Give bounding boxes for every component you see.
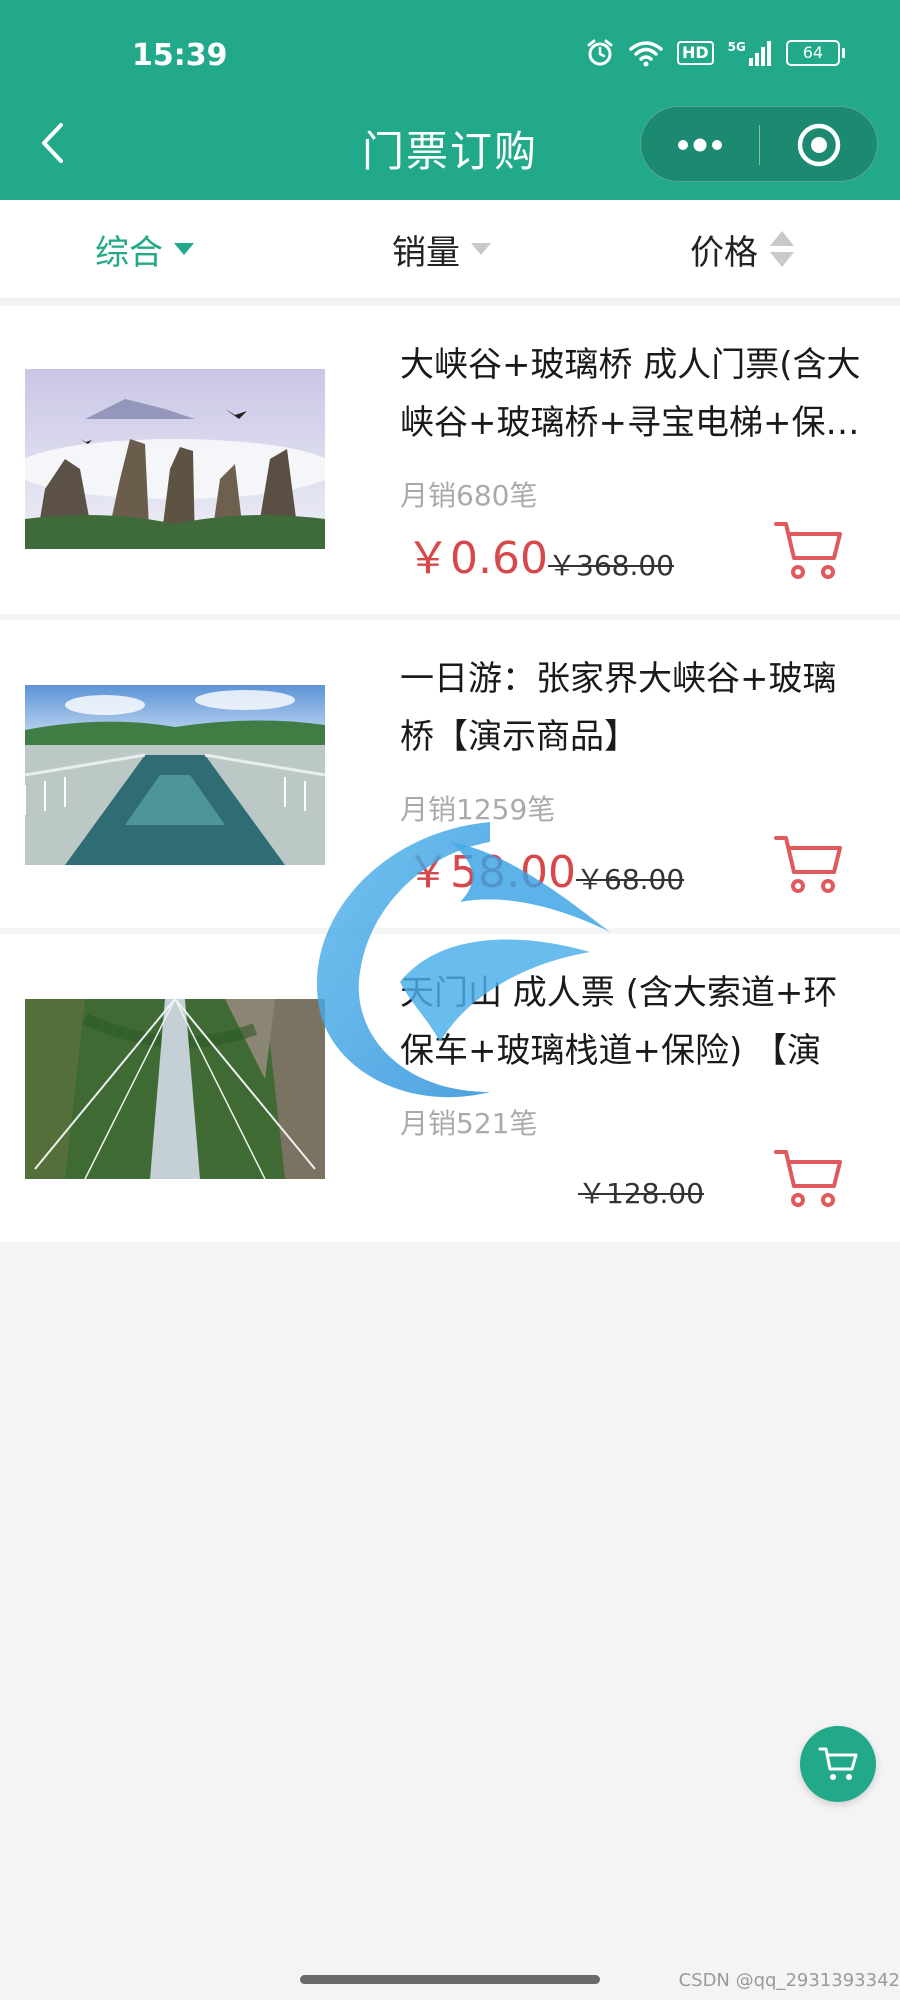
product-original-price: ￥368.00 [548,549,674,582]
product-card[interactable]: 大峡谷+玻璃桥 成人门票(含大峡谷+玻璃桥+寻宝电梯+保… 月销680笔 ￥0.… [0,306,900,614]
product-sales: 月销680笔 [400,479,538,512]
canyon-bridge-image [25,999,325,1179]
cart-icon [774,1150,842,1207]
sort-tab-label: 综合 [95,232,163,273]
karst-mountains-image [25,369,325,549]
caret-down-icon [471,243,491,255]
product-card[interactable]: 天门山 成人票 (含大索道+环保车+玻璃栈道+保险) 【演示… 月销521笔 ￥… [0,934,900,1242]
floating-cart-button[interactable] [800,1726,876,1802]
product-title: 大峡谷+玻璃桥 成人门票(含大峡谷+玻璃桥+寻宝电梯+保… [400,345,861,443]
product-original-price: ￥68.00 [576,863,685,896]
sort-tab-comprehensive[interactable]: 综合 [95,200,195,298]
add-to-cart-button[interactable] [774,1146,844,1210]
wifi-icon [629,39,663,67]
more-button[interactable] [641,107,759,183]
ticket-order-page: 15:39 HD 5G 64 门票订购 综合 销量 价格 大峡谷+玻璃桥 成人门… [0,0,900,2000]
more-dots-icon [678,138,722,152]
product-price: ￥0.60 [406,533,548,584]
sort-up-down-icon [770,231,794,267]
status-icons: HD 5G 64 [585,38,845,68]
product-original-price: ￥128.00 [578,1177,704,1210]
home-indicator[interactable] [300,1975,600,1984]
add-to-cart-button[interactable] [774,518,844,582]
product-title: 一日游：张家界大峡谷+玻璃桥【演示商品】 [400,659,837,757]
sort-tab-price[interactable]: 价格 [690,200,796,298]
cellular-signal-icon: 5G [728,40,772,66]
caret-down-icon [174,243,194,255]
mini-program-capsule [640,106,878,182]
sort-tab-label: 价格 [690,232,758,273]
product-price: ￥58.00 [406,847,576,898]
alarm-icon [585,38,615,68]
product-sales: 月销1259笔 [400,793,556,826]
watermark-text: CSDN @qq_2931393342 [678,1970,900,1991]
product-title: 天门山 成人票 (含大索道+环保车+玻璃栈道+保险) 【演示… [400,973,838,1071]
product-card[interactable]: 一日游：张家界大峡谷+玻璃桥【演示商品】 月销1259笔 ￥58.00 ￥68.… [0,620,900,928]
network-type-label: 5G [727,40,746,54]
app-header: 15:39 HD 5G 64 门票订购 [0,0,900,200]
sort-tab-label: 销量 [392,232,460,273]
status-time: 15:39 [132,38,228,73]
add-to-cart-button[interactable] [774,832,844,896]
sort-bar: 综合 销量 价格 [0,200,900,299]
sort-tab-sales[interactable]: 销量 [392,200,492,298]
cart-icon [774,836,842,893]
close-mini-program-button[interactable] [760,107,878,183]
product-sales: 月销521笔 [400,1107,538,1140]
target-circle-icon [797,123,841,167]
cart-icon [774,522,842,579]
battery-indicator: 64 [785,40,845,66]
cart-icon [818,1747,858,1780]
hd-badge: HD [677,41,714,65]
glass-bridge-image [25,685,325,865]
